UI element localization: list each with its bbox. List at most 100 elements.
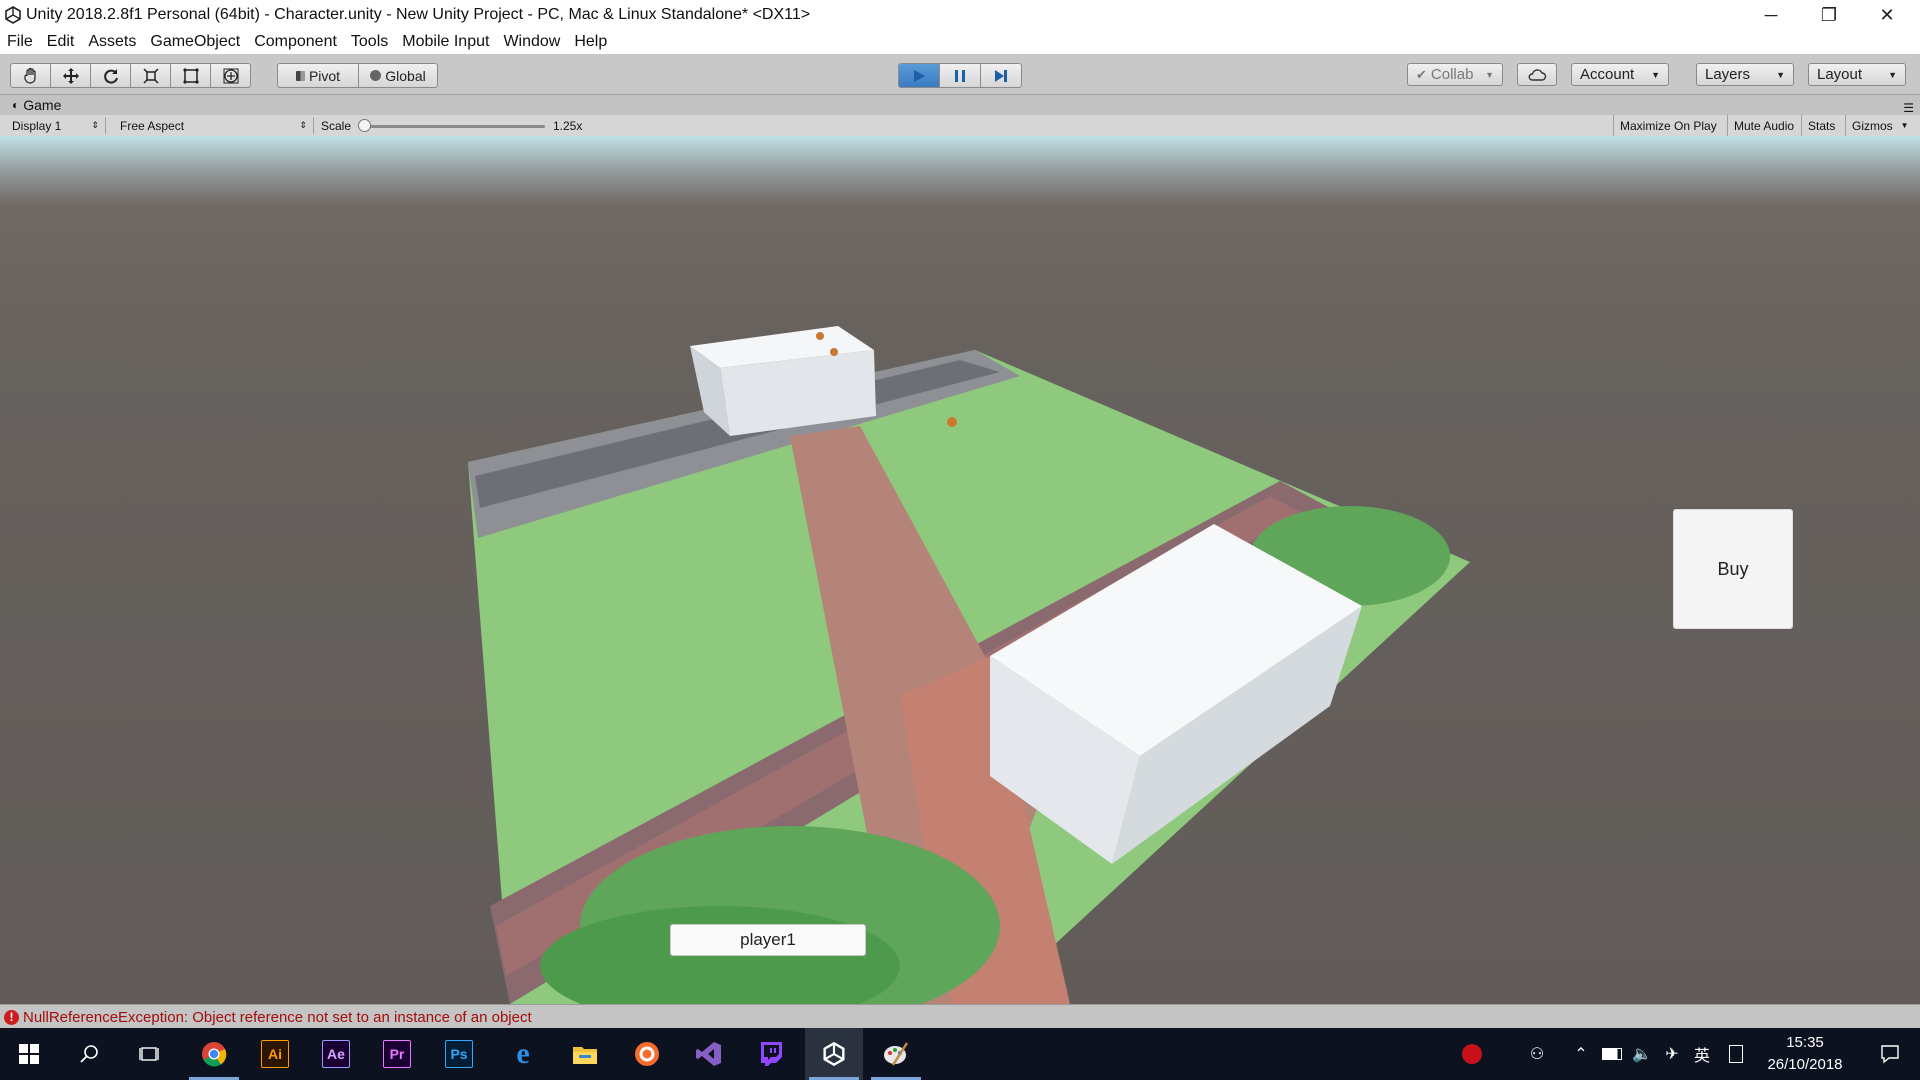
collab-label: Collab — [1430, 66, 1474, 83]
game-view-toolbar: Display 1 ⇕ Free Aspect ⇕ Scale 1.25x Ma… — [0, 115, 1920, 137]
airplane-icon: ✈ — [1665, 1046, 1679, 1063]
origin-icon — [635, 1042, 659, 1066]
scale-tool-button[interactable] — [131, 64, 171, 87]
console-status-bar[interactable]: ! NullReferenceException: Object referen… — [0, 1004, 1920, 1029]
after-effects-icon: Ae — [322, 1040, 350, 1068]
chevron-updown-icon: ⇕ — [91, 120, 99, 130]
close-button[interactable]: ✕ — [1858, 0, 1916, 30]
scale-slider-handle[interactable] — [358, 119, 371, 132]
taskbar-unity[interactable] — [805, 1028, 863, 1080]
rotate-tool-button[interactable] — [91, 64, 131, 87]
pause-button[interactable] — [940, 64, 981, 87]
aspect-select[interactable]: Free Aspect ⇕ — [114, 117, 314, 134]
window-title: Unity 2018.2.8f1 Personal (64bit) - Char… — [26, 6, 811, 23]
step-button[interactable] — [981, 64, 1021, 87]
clock-date: 26/10/2018 — [1767, 1056, 1843, 1073]
taskbar-origin[interactable] — [618, 1028, 676, 1080]
scale-label: Scale — [321, 118, 352, 133]
taskbar-clock[interactable]: 15:35 26/10/2018 — [1760, 1032, 1850, 1076]
cloud-button[interactable] — [1517, 63, 1557, 86]
rect-tool-icon — [182, 67, 199, 84]
chevron-down-icon: ▼ — [1900, 121, 1909, 130]
clock-time: 15:35 — [1786, 1034, 1824, 1051]
menu-help[interactable]: Help — [567, 33, 614, 51]
pivot-icon — [295, 70, 305, 81]
buy-button[interactable]: Buy — [1673, 509, 1793, 629]
windows-taskbar: Ai Ae Pr Ps e ⚇ ⌃ 🔈 ✈ 英 15:35 26/10/2018 — [0, 1028, 1920, 1080]
menu-file[interactable]: File — [0, 33, 40, 51]
minimize-button[interactable]: ─ — [1742, 0, 1800, 30]
display-select[interactable]: Display 1 ⇕ — [6, 117, 106, 134]
tray-battery[interactable] — [1598, 1028, 1626, 1080]
game-tab-strip: ◐ Game ☰ — [0, 95, 1920, 115]
move-tool-button[interactable] — [51, 64, 91, 87]
cloud-icon — [1528, 68, 1547, 81]
menu-component[interactable]: Component — [247, 33, 344, 51]
play-button[interactable] — [899, 64, 940, 87]
tray-ime[interactable] — [1722, 1028, 1750, 1080]
gizmos-dropdown[interactable]: Gizmos ▼ — [1845, 115, 1915, 136]
global-button[interactable]: Global — [359, 64, 437, 87]
pivot-button[interactable]: Pivot — [278, 64, 359, 87]
start-button[interactable] — [0, 1028, 58, 1080]
battery-icon — [1602, 1048, 1622, 1060]
action-center-button[interactable] — [1862, 1028, 1918, 1080]
stats-toggle[interactable]: Stats — [1801, 115, 1841, 136]
hand-tool-button[interactable] — [11, 64, 51, 87]
unity-icon — [823, 1042, 845, 1066]
aspect-label: Free Aspect — [120, 118, 185, 133]
taskbar-chrome[interactable] — [185, 1028, 243, 1080]
character — [830, 348, 838, 356]
taskbar-premiere[interactable]: Pr — [368, 1028, 426, 1080]
maximize-on-play-toggle[interactable]: Maximize On Play — [1613, 115, 1723, 136]
tab-game[interactable]: ◐ Game — [12, 97, 61, 113]
taskbar-twitch[interactable] — [742, 1028, 800, 1080]
search-icon — [80, 1045, 98, 1063]
menu-window[interactable]: Window — [496, 33, 567, 51]
ime-icon — [1729, 1045, 1743, 1063]
tray-app[interactable] — [1452, 1028, 1492, 1080]
menu-tools[interactable]: Tools — [344, 33, 395, 51]
player-name-label[interactable]: player1 — [670, 924, 866, 956]
taskbar-visual-studio[interactable] — [680, 1028, 738, 1080]
account-label: Account — [1580, 66, 1635, 83]
notification-icon — [1881, 1045, 1899, 1064]
collab-dropdown[interactable]: ✔ Collab ▼ — [1407, 63, 1503, 86]
chevron-down-icon: ▼ — [1776, 69, 1785, 80]
menu-mobile-input[interactable]: Mobile Input — [395, 33, 496, 51]
scale-slider-track[interactable] — [365, 125, 545, 128]
windows-start-icon — [19, 1044, 39, 1064]
transform-tool-button[interactable] — [211, 64, 250, 87]
menu-assets[interactable]: Assets — [81, 33, 143, 51]
taskbar-edge[interactable]: e — [494, 1028, 552, 1080]
tray-people[interactable]: ⚇ — [1520, 1028, 1554, 1080]
restore-button[interactable]: ❐ — [1800, 0, 1858, 30]
taskbar-after-effects[interactable]: Ae — [307, 1028, 365, 1080]
rect-tool-button[interactable] — [171, 64, 211, 87]
taskbar-search[interactable] — [60, 1028, 118, 1080]
game-tab-label: Game — [23, 97, 62, 113]
error-icon: ! — [4, 1009, 19, 1025]
task-view-button[interactable] — [120, 1028, 178, 1080]
move-icon — [62, 67, 79, 84]
layout-dropdown[interactable]: Layout ▼ — [1808, 63, 1906, 86]
menu-gameobject[interactable]: GameObject — [143, 33, 247, 51]
panel-menu-icon[interactable]: ☰ — [1903, 101, 1914, 115]
menu-edit[interactable]: Edit — [40, 33, 82, 51]
game-scene — [468, 326, 1470, 1004]
premiere-icon: Pr — [383, 1040, 411, 1068]
mute-audio-label: Mute Audio — [1734, 118, 1795, 133]
tray-overflow[interactable]: ⌃ — [1568, 1028, 1594, 1080]
mute-audio-toggle[interactable]: Mute Audio — [1727, 115, 1800, 136]
taskbar-illustrator[interactable]: Ai — [246, 1028, 304, 1080]
tray-language[interactable]: 英 — [1688, 1028, 1716, 1080]
taskbar-file-explorer[interactable] — [556, 1028, 614, 1080]
tray-airplane[interactable]: ✈ — [1658, 1028, 1686, 1080]
game-viewport[interactable]: Buy player1 — [0, 136, 1920, 1004]
tray-volume[interactable]: 🔈 — [1628, 1028, 1656, 1080]
layers-dropdown[interactable]: Layers ▼ — [1696, 63, 1794, 86]
chevron-up-icon: ⌃ — [1574, 1046, 1588, 1063]
taskbar-paint[interactable] — [867, 1028, 925, 1080]
taskbar-photoshop[interactable]: Ps — [430, 1028, 488, 1080]
account-dropdown[interactable]: Account ▼ — [1571, 63, 1669, 86]
